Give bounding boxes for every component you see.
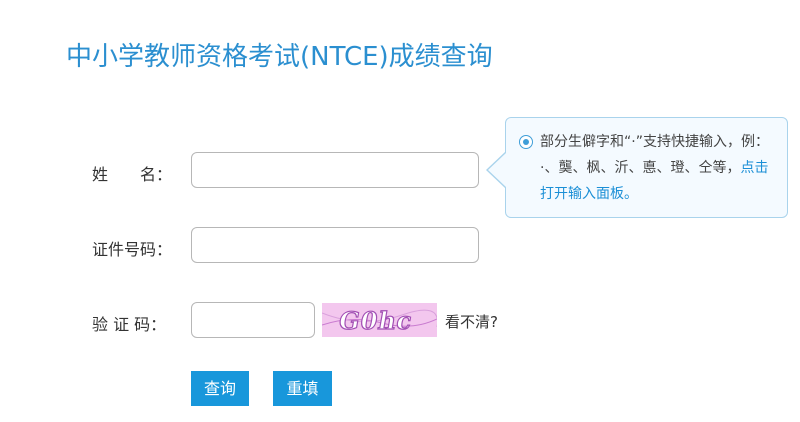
name-label: 姓 名： <box>92 165 173 184</box>
captcha-graphic: G0hc <box>322 303 437 337</box>
query-button[interactable]: 查询 <box>191 371 249 406</box>
name-input[interactable] <box>191 152 479 188</box>
captcha-refresh-link[interactable]: 看不清? <box>445 311 498 332</box>
input-hint-tooltip: 部分生僻字和“·”支持快捷输入，例：·、龑、枫、沂、悳、璒、仝等，点击打开输入面… <box>505 117 788 218</box>
captcha-characters: G0hc <box>337 306 415 335</box>
captcha-input[interactable] <box>191 302 315 338</box>
id-number-label: 证件号码： <box>92 240 173 259</box>
radio-bullet-icon <box>519 135 533 149</box>
captcha-image[interactable]: G0hc <box>322 303 437 337</box>
reset-button[interactable]: 重填 <box>273 371 332 406</box>
tooltip-arrow-fill <box>488 153 506 187</box>
tooltip-text: 部分生僻字和“·”支持快捷输入，例：·、龑、枫、沂、悳、璒、仝等， <box>540 134 762 176</box>
captcha-label: 验 证 码： <box>92 315 167 334</box>
id-number-input[interactable] <box>191 227 479 263</box>
page-title: 中小学教师资格考试(NTCE)成绩查询 <box>66 42 493 72</box>
tooltip-message: 部分生僻字和“·”支持快捷输入，例：·、龑、枫、沂、悳、璒、仝等，点击打开输入面… <box>540 129 778 207</box>
